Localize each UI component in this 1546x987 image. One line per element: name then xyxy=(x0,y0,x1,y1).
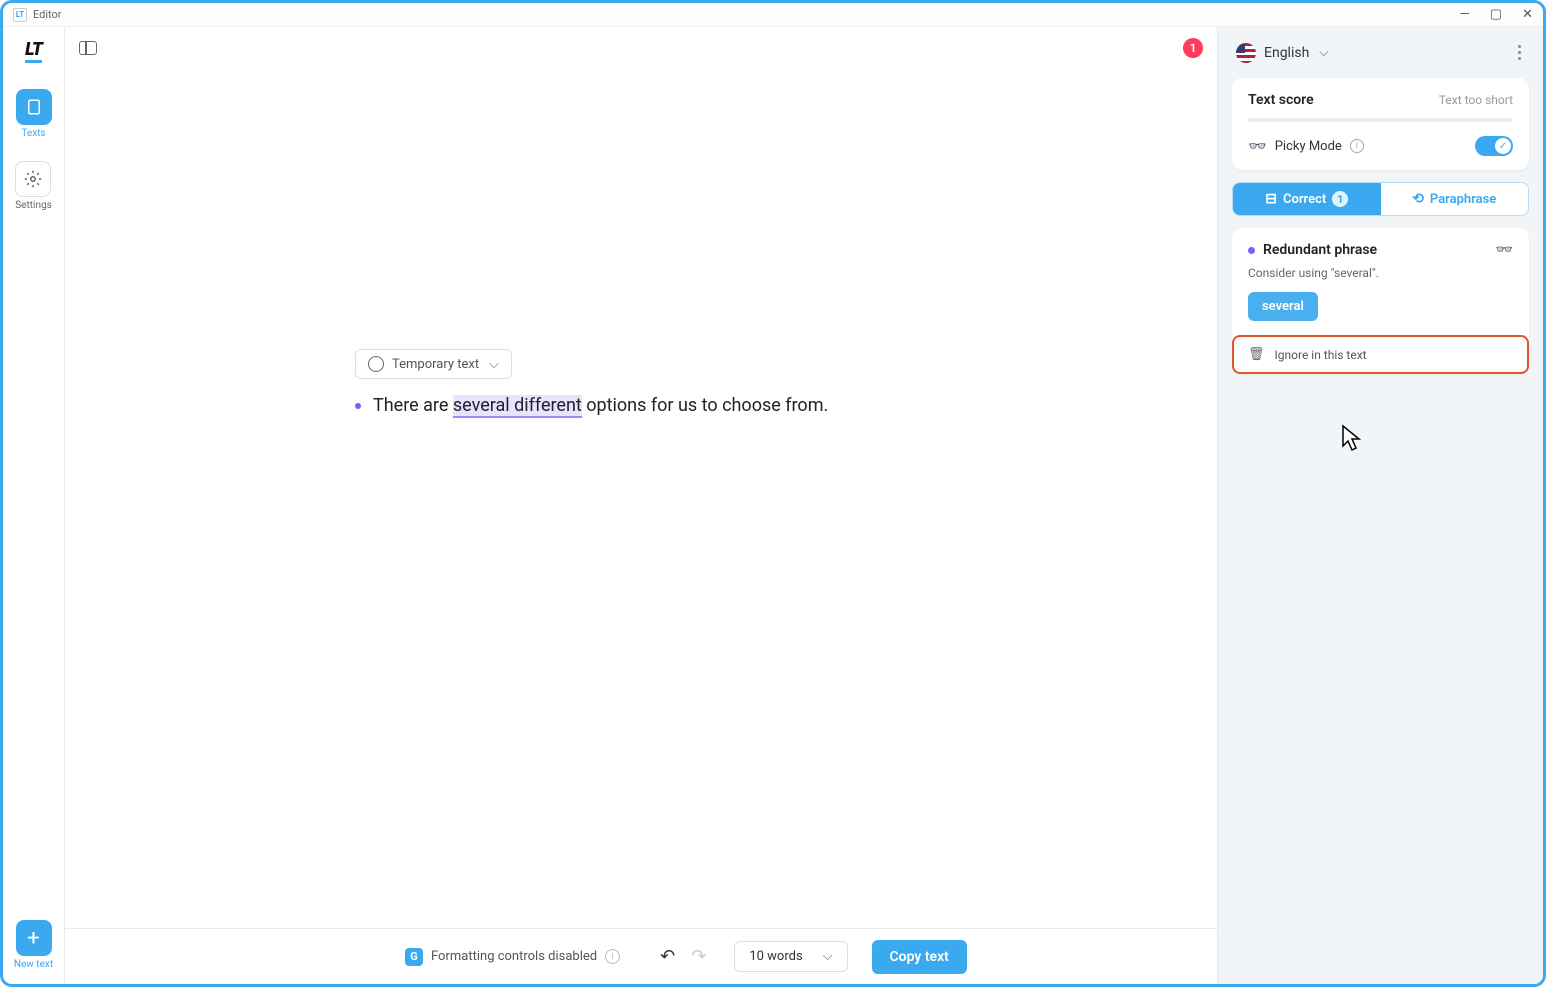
g-badge-icon: G xyxy=(405,948,423,966)
paraphrase-icon: ⟲ xyxy=(1412,191,1424,207)
titlebar: LT Editor — ▢ ✕ xyxy=(3,3,1543,27)
temporary-text-dropdown[interactable]: Temporary text xyxy=(355,349,512,379)
issue-card: Redundant phrase 👓 Consider using "sever… xyxy=(1232,228,1529,374)
sentence-text: There are several different options for … xyxy=(373,395,828,416)
panel-tabs: ⊟ Correct 1 ⟲ Paraphrase xyxy=(1232,182,1529,216)
sidebar-item-settings[interactable]: Settings xyxy=(15,161,52,211)
suggestion-button[interactable]: several xyxy=(1248,292,1318,321)
score-progress-bar xyxy=(1248,118,1513,122)
temporary-text-label: Temporary text xyxy=(392,357,479,372)
word-count-dropdown[interactable]: 10 words xyxy=(734,941,847,972)
error-count-badge[interactable]: 1 xyxy=(1183,38,1203,58)
picky-mode-toggle[interactable] xyxy=(1475,136,1513,156)
app-body: LT Texts Settings + New text 1 xyxy=(3,27,1543,984)
left-sidebar: LT Texts Settings + New text xyxy=(3,27,65,984)
redo-button[interactable]: ↷ xyxy=(691,946,706,967)
texts-icon xyxy=(16,89,52,125)
score-hint: Text too short xyxy=(1439,93,1513,107)
app-icon: LT xyxy=(13,8,27,22)
toggle-panel-icon[interactable] xyxy=(79,41,97,55)
issue-bullet-icon xyxy=(355,403,361,409)
picky-mode-row: 👓 Picky Mode i xyxy=(1248,136,1513,156)
new-text-label: New text xyxy=(14,959,53,970)
issue-message: Consider using "several". xyxy=(1248,266,1513,280)
editor-content[interactable]: Temporary text There are several differe… xyxy=(65,69,1217,928)
ignore-in-text-button[interactable]: 🗑 Ignore in this text xyxy=(1232,335,1529,374)
info-icon[interactable]: i xyxy=(605,949,620,964)
formatting-status[interactable]: G Formatting controls disabled i xyxy=(395,941,630,973)
trash-icon: 🗑 xyxy=(1248,347,1265,362)
tab-correct[interactable]: ⊟ Correct 1 xyxy=(1233,183,1381,215)
sidebar-item-texts[interactable]: Texts xyxy=(16,89,52,139)
issue-title: Redundant phrase xyxy=(1263,242,1377,258)
right-panel: English ⌵ Text score Text too short 👓 Pi… xyxy=(1217,27,1543,984)
texts-label: Texts xyxy=(21,128,45,139)
panel-menu-button[interactable] xyxy=(1514,41,1525,64)
lt-logo: LT xyxy=(25,39,42,63)
editor-area: 1 Temporary text There are several diffe… xyxy=(65,27,1217,984)
glasses-icon: 👓 xyxy=(1496,242,1513,258)
ignore-label: Ignore in this text xyxy=(1275,348,1367,362)
tab-paraphrase[interactable]: ⟲ Paraphrase xyxy=(1381,183,1529,215)
tab-paraphrase-label: Paraphrase xyxy=(1430,192,1496,207)
text-score-card: Text score Text too short 👓 Picky Mode i xyxy=(1232,78,1529,170)
settings-icon xyxy=(15,161,51,197)
language-label: English xyxy=(1264,45,1309,61)
new-text-button[interactable]: + xyxy=(16,920,52,956)
word-count-label: 10 words xyxy=(749,949,802,964)
text-sentence[interactable]: There are several different options for … xyxy=(355,395,828,416)
settings-label: Settings xyxy=(15,200,52,211)
highlighted-phrase[interactable]: several different xyxy=(453,395,582,418)
correct-icon: ⊟ xyxy=(1265,191,1277,207)
glasses-icon: 👓 xyxy=(1248,137,1267,155)
tab-correct-label: Correct xyxy=(1283,192,1326,207)
flag-us-icon xyxy=(1236,43,1256,63)
editor-header: 1 xyxy=(65,27,1217,69)
maximize-button[interactable]: ▢ xyxy=(1490,7,1502,22)
info-icon[interactable]: i xyxy=(1350,139,1364,153)
minimize-button[interactable]: — xyxy=(1460,7,1470,22)
picky-mode-label: Picky Mode xyxy=(1275,139,1342,154)
bottom-toolbar: G Formatting controls disabled i ↶ ↷ 10 … xyxy=(65,928,1217,984)
language-selector[interactable]: English ⌵ xyxy=(1232,39,1529,66)
score-title: Text score xyxy=(1248,92,1314,108)
undo-button[interactable]: ↶ xyxy=(660,946,675,967)
window-title: Editor xyxy=(33,8,62,21)
close-button[interactable]: ✕ xyxy=(1522,7,1533,22)
copy-text-button[interactable]: Copy text xyxy=(872,940,967,974)
formatting-label: Formatting controls disabled xyxy=(431,949,597,964)
tab-correct-count: 1 xyxy=(1332,191,1348,207)
issue-dot-icon xyxy=(1248,247,1255,254)
app-window: LT Editor — ▢ ✕ LT Texts Settings xyxy=(0,0,1546,987)
window-controls: — ▢ ✕ xyxy=(1460,7,1533,22)
undo-redo-group: ↶ ↷ xyxy=(660,946,706,967)
chevron-down-icon: ⌵ xyxy=(1319,45,1328,60)
